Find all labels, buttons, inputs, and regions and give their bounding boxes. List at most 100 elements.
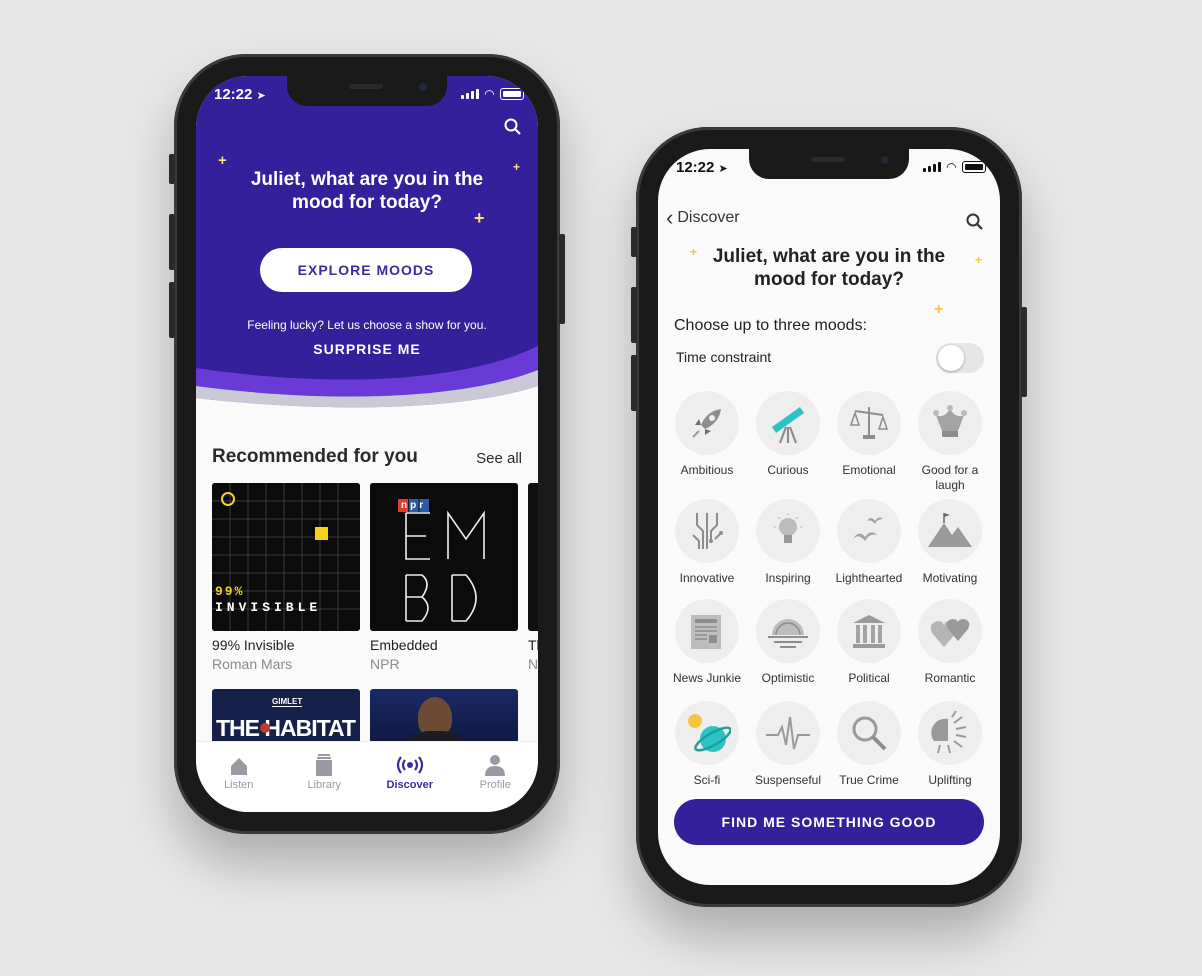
left-screen: 12:22 ➤ ◠ + + + Juliet, what are you in … (196, 76, 538, 812)
habitat-title: THE HABITAT (216, 715, 356, 741)
mood-suspenseful[interactable]: Suspenseful (747, 701, 829, 788)
mood-label: Motivating (922, 571, 978, 585)
time-constraint-toggle[interactable] (936, 343, 984, 373)
scale-icon (849, 407, 889, 439)
mood-label: Innovative (679, 571, 735, 585)
mute-switch (169, 154, 175, 184)
telescope-icon (772, 407, 804, 444)
newspaper-icon (691, 615, 721, 649)
mood-label: Romantic (924, 671, 976, 685)
location-arrow-icon: ➤ (718, 162, 728, 175)
mood-uplifting[interactable]: Uplifting (909, 701, 991, 788)
battery-icon (962, 161, 986, 173)
mood-curious[interactable]: Curious (747, 391, 829, 478)
tab-label: Listen (224, 779, 254, 791)
tab-label: Library (307, 779, 342, 791)
mood-label: News Junkie (672, 671, 742, 685)
chevron-left-icon: ‹ (666, 205, 674, 230)
npr-logo: npr (398, 499, 430, 512)
volume-up-button (631, 287, 637, 343)
tab-discover[interactable]: Discover (367, 742, 453, 812)
power-button (559, 234, 565, 324)
podcast-author: NPR (370, 656, 400, 672)
tab-listen[interactable]: Listen (196, 742, 282, 812)
find-something-good-button[interactable]: FIND ME SOMETHING GOOD (674, 799, 984, 845)
podcast-card-art[interactable]: 99% INVISIBLE (212, 483, 360, 631)
time-constraint-label: Time constraint (676, 349, 772, 365)
hero-title: Juliet, what are you in the mood for tod… (250, 169, 484, 213)
status-bar: 12:22 ➤ ◠ (676, 157, 986, 177)
volume-down-button (169, 282, 175, 338)
mountain-flag-icon (928, 513, 972, 547)
library-icon (316, 754, 333, 776)
mood-label: Suspenseful (754, 773, 822, 787)
mood-optimistic[interactable]: Optimistic (747, 599, 829, 686)
podcast-title[interactable]: Embedded (370, 637, 438, 653)
status-bar: 12:22 ➤ ◠ (214, 84, 524, 104)
wifi-icon: ◠ (484, 87, 494, 101)
art-title-text: INVISIBLE (215, 600, 322, 615)
search-icon[interactable] (966, 213, 984, 231)
sunrise-icon (768, 619, 808, 648)
government-building-icon (853, 615, 885, 648)
mood-sci-fi[interactable]: Sci-fi (666, 701, 748, 788)
status-time: 12:22 ➤ (214, 85, 266, 103)
rocket-icon (692, 409, 721, 438)
tab-label: Discover (386, 779, 433, 791)
mood-motivating[interactable]: Motivating (909, 499, 991, 586)
see-all-link[interactable]: See all (476, 450, 522, 467)
heartbeat-icon (766, 716, 810, 750)
mood-label: Ambitious (680, 463, 734, 477)
mood-label: Curious (767, 463, 809, 477)
mood-label: Uplifting (928, 773, 972, 787)
mood-political[interactable]: Political (828, 599, 910, 686)
mood-news-junkie[interactable]: News Junkie (666, 599, 748, 686)
mood-label: Good for a laugh (921, 463, 979, 492)
mars-icon (260, 723, 270, 733)
mood-ambitious[interactable]: Ambitious (666, 391, 748, 478)
podcast-card-art[interactable] (528, 483, 538, 631)
page-title: Juliet, what are you in the mood for tod… (712, 246, 946, 290)
mood-lighthearted[interactable]: Lighthearted (828, 499, 910, 586)
explore-moods-button[interactable]: EXPLORE MOODS (260, 248, 472, 292)
jester-hat-icon (933, 405, 967, 437)
surprise-me-link[interactable]: SURPRISE ME (196, 341, 538, 357)
art-percent-text: 99% (215, 584, 245, 599)
mood-label: Political (848, 671, 890, 685)
back-label: Discover (677, 209, 740, 226)
status-time: 12:22 ➤ (676, 158, 728, 176)
magnifier-icon (852, 716, 887, 751)
power-button (1021, 307, 1027, 397)
lightbulb-icon (774, 513, 802, 543)
podcast-title[interactable]: 99% Invisible (212, 637, 295, 653)
circuit-icon (692, 513, 723, 549)
tab-library[interactable]: Library (282, 742, 368, 812)
sun-icon (931, 711, 967, 754)
mood-good-for-a-laugh[interactable]: Good for a laugh (909, 391, 991, 493)
section-heading: Recommended for you (212, 446, 418, 467)
sparkle-icon: + (934, 301, 944, 318)
mood-label: Sci-fi (693, 773, 721, 787)
battery-icon (500, 88, 524, 100)
volume-up-button (169, 214, 175, 270)
mood-emotional[interactable]: Emotional (828, 391, 910, 478)
podcast-card-art[interactable]: npr (370, 483, 518, 631)
signal-icon (460, 89, 479, 99)
mood-inspiring[interactable]: Inspiring (747, 499, 829, 586)
location-arrow-icon: ➤ (256, 89, 266, 102)
broadcast-icon (396, 756, 423, 774)
mood-label: Inspiring (765, 571, 811, 585)
choose-moods-label: Choose up to three moods: (674, 317, 868, 334)
back-button[interactable]: ‹ Discover (666, 205, 740, 230)
mood-label: Emotional (842, 463, 896, 477)
tab-profile[interactable]: Profile (453, 742, 539, 812)
person-icon (485, 755, 506, 776)
search-icon[interactable] (504, 118, 522, 136)
mood-romantic[interactable]: Romantic (909, 599, 991, 686)
mood-innovative[interactable]: Innovative (666, 499, 748, 586)
mood-true-crime[interactable]: True Crime (828, 701, 910, 788)
mood-label: Optimistic (761, 671, 815, 685)
left-phone: 12:22 ➤ ◠ + + + Juliet, what are you in … (169, 54, 565, 834)
mute-switch (631, 227, 637, 257)
podcast-title[interactable]: Tl (528, 637, 538, 653)
